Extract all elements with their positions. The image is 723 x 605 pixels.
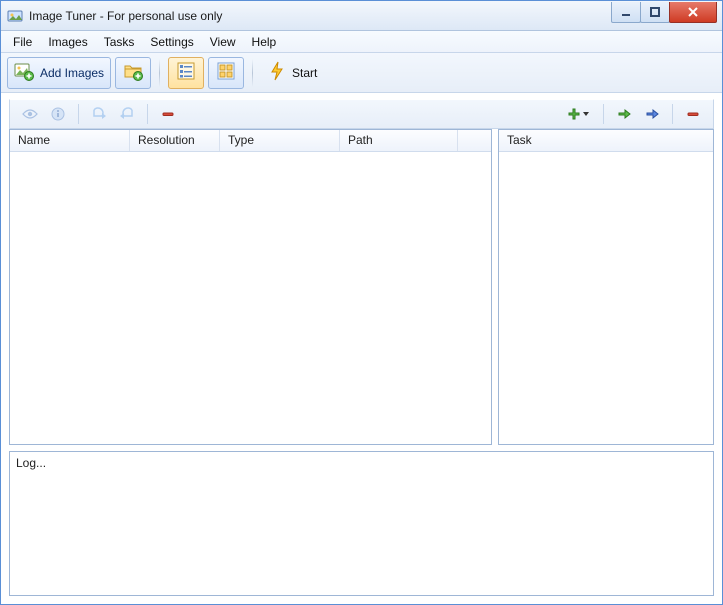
app-icon	[7, 8, 23, 24]
log-text: Log...	[16, 456, 46, 470]
subtoolbar-separator	[78, 104, 79, 124]
minimize-button[interactable]	[611, 2, 641, 23]
minus-icon	[686, 107, 700, 121]
minus-icon	[161, 107, 175, 121]
info-button[interactable]	[46, 103, 70, 125]
subtoolbar-separator	[147, 104, 148, 124]
toolbar-separator	[252, 59, 253, 87]
thumbnail-view-icon	[217, 62, 235, 83]
menu-view[interactable]: View	[202, 33, 244, 51]
task-list-body[interactable]	[499, 152, 713, 444]
app-window: Image Tuner - For personal use only File…	[0, 0, 723, 605]
maximize-icon	[649, 6, 661, 18]
eye-icon	[22, 108, 38, 120]
subtoolbar-separator	[672, 104, 673, 124]
log-pane[interactable]: Log...	[9, 451, 714, 596]
add-images-button[interactable]: Add Images	[7, 57, 111, 89]
menu-images[interactable]: Images	[40, 33, 95, 51]
close-icon	[686, 6, 700, 18]
info-icon	[51, 107, 65, 121]
add-task-button[interactable]	[561, 103, 595, 125]
add-images-label: Add Images	[40, 66, 104, 80]
list-view-button[interactable]	[168, 57, 204, 89]
image-list-headers: Name Resolution Type Path	[10, 130, 491, 152]
col-spacer[interactable]	[458, 130, 491, 151]
window-controls	[612, 2, 722, 23]
rotate-right-icon	[119, 107, 135, 121]
start-button[interactable]: Start	[261, 57, 324, 89]
col-resolution[interactable]: Resolution	[130, 130, 220, 151]
remove-image-button[interactable]	[156, 103, 180, 125]
menu-settings[interactable]: Settings	[142, 33, 201, 51]
preview-button[interactable]	[18, 103, 42, 125]
content-area: Name Resolution Type Path Task	[9, 129, 714, 445]
minimize-icon	[620, 6, 632, 18]
folder-plus-icon	[123, 61, 143, 84]
secondary-toolbar	[9, 99, 714, 129]
arrow-right-blue-icon	[645, 107, 659, 121]
rotate-left-button[interactable]	[87, 103, 111, 125]
col-task[interactable]: Task	[499, 130, 713, 151]
list-view-icon	[177, 62, 195, 83]
window-title: Image Tuner - For personal use only	[29, 9, 222, 23]
rotate-right-button[interactable]	[115, 103, 139, 125]
image-list-body[interactable]	[10, 152, 491, 444]
menubar: File Images Tasks Settings View Help	[1, 31, 722, 53]
add-folder-button[interactable]	[115, 57, 151, 89]
move-task-down-button[interactable]	[640, 103, 664, 125]
col-name[interactable]: Name	[10, 130, 130, 151]
rotate-left-icon	[91, 107, 107, 121]
thumbnail-view-button[interactable]	[208, 57, 244, 89]
image-list-pane: Name Resolution Type Path	[9, 129, 492, 445]
menu-help[interactable]: Help	[244, 33, 285, 51]
maximize-button[interactable]	[640, 2, 670, 23]
task-list-pane: Task	[498, 129, 714, 445]
lightning-icon	[268, 61, 286, 84]
arrow-right-green-icon	[617, 107, 631, 121]
col-type[interactable]: Type	[220, 130, 340, 151]
subtoolbar-separator	[603, 104, 604, 124]
add-image-icon	[14, 61, 34, 84]
plus-icon	[567, 107, 581, 121]
move-task-up-button[interactable]	[612, 103, 636, 125]
titlebar: Image Tuner - For personal use only	[1, 1, 722, 31]
menu-tasks[interactable]: Tasks	[96, 33, 143, 51]
close-button[interactable]	[669, 2, 717, 23]
start-label: Start	[292, 66, 317, 80]
toolbar-separator	[159, 59, 160, 87]
main-toolbar: Add Images	[1, 53, 722, 93]
task-list-headers: Task	[499, 130, 713, 152]
menu-file[interactable]: File	[5, 33, 40, 51]
remove-task-button[interactable]	[681, 103, 705, 125]
col-path[interactable]: Path	[340, 130, 458, 151]
chevron-down-icon	[583, 112, 589, 116]
